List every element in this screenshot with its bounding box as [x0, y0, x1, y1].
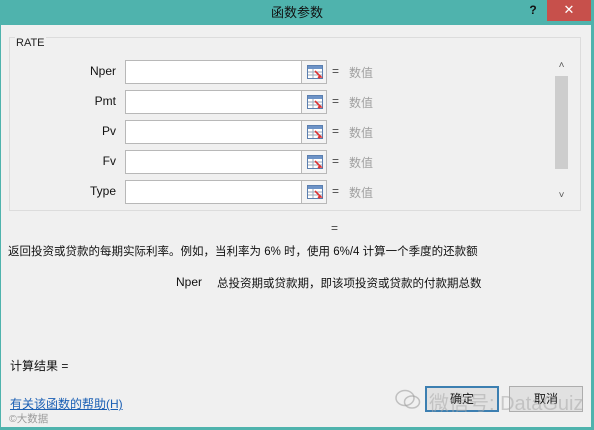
equals-sign: =: [332, 184, 340, 198]
ok-button[interactable]: 确定: [425, 386, 499, 412]
current-argument-name: Nper: [176, 275, 203, 289]
argument-group: RATE Nper = 数值 Pmt = 数值 Pv = 数值 Fv = 数值 …: [9, 37, 581, 211]
argument-label: Nper: [89, 64, 116, 78]
argument-row-pmt: Pmt = 数值: [10, 90, 570, 114]
range-select-icon: [307, 155, 323, 169]
pmt-input[interactable]: [125, 90, 301, 114]
close-button[interactable]: ✕: [547, 0, 591, 21]
function-help-link[interactable]: 有关该函数的帮助(H): [10, 395, 123, 412]
formula-result-equals: =: [331, 221, 339, 235]
arguments-scrollbar[interactable]: ˄ ˅: [554, 59, 569, 201]
title-bar[interactable]: 函数参数 ? ✕: [0, 0, 594, 25]
scroll-down-arrow-icon[interactable]: ˅: [554, 189, 569, 203]
range-select-icon: [307, 65, 323, 79]
fv-input[interactable]: [125, 150, 301, 174]
equals-sign: =: [332, 94, 340, 108]
argument-value: 数值: [349, 126, 374, 140]
function-name-label: RATE: [15, 37, 46, 49]
range-select-icon: [307, 125, 323, 139]
range-select-icon: [307, 95, 323, 109]
equals-sign: =: [332, 154, 340, 168]
argument-value: 数值: [349, 96, 374, 110]
collapse-dialog-button[interactable]: [301, 90, 327, 114]
argument-row-nper: Nper = 数值: [10, 60, 570, 84]
watermark-badge: ©大数据: [9, 413, 49, 425]
help-question-button[interactable]: ?: [524, 1, 542, 21]
argument-value: 数值: [349, 156, 374, 170]
cancel-button[interactable]: 取消: [509, 386, 583, 412]
pv-input[interactable]: [125, 120, 301, 144]
argument-row-pv: Pv = 数值: [10, 120, 570, 144]
function-arguments-dialog: 函数参数 ? ✕ RATE Nper = 数值 Pmt = 数值 Pv = 数值…: [0, 0, 594, 430]
dialog-title: 函数参数: [270, 5, 323, 20]
calculation-result: 计算结果 =: [10, 359, 69, 373]
argument-row-fv: Fv = 数值: [10, 150, 570, 174]
range-select-icon: [307, 185, 323, 199]
argument-label: Fv: [102, 154, 116, 168]
current-argument-description: 总投资期或贷款期，即该项投资或贷款的付款期总数: [217, 278, 482, 290]
argument-label: Pmt: [94, 94, 116, 108]
collapse-dialog-button[interactable]: [301, 60, 327, 84]
argument-value: 数值: [349, 186, 374, 200]
function-description: 返回投资或贷款的每期实际利率。例如，当利率为 6% 时，使用 6%/4 计算一个…: [8, 246, 478, 258]
argument-label: Type: [89, 184, 116, 198]
scrollbar-thumb[interactable]: [555, 76, 568, 169]
collapse-dialog-button[interactable]: [301, 120, 327, 144]
type-input[interactable]: [125, 180, 301, 204]
dialog-body: RATE Nper = 数值 Pmt = 数值 Pv = 数值 Fv = 数值 …: [1, 25, 591, 427]
collapse-dialog-button[interactable]: [301, 180, 327, 204]
argument-label: Pv: [101, 124, 116, 138]
argument-row-type: Type = 数值: [10, 180, 570, 204]
equals-sign: =: [332, 64, 340, 78]
argument-value: 数值: [349, 66, 374, 80]
equals-sign: =: [332, 124, 340, 138]
scroll-up-arrow-icon[interactable]: ˄: [554, 59, 569, 73]
collapse-dialog-button[interactable]: [301, 150, 327, 174]
nper-input[interactable]: [125, 60, 301, 84]
wechat-logo-icon: [395, 389, 421, 409]
